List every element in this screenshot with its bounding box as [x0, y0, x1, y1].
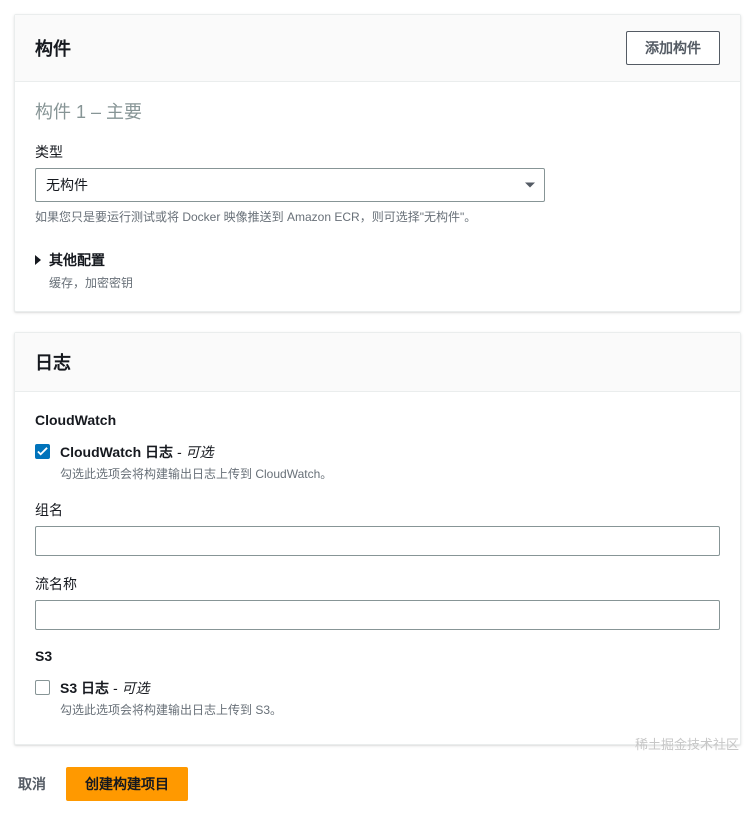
create-project-button[interactable]: 创建构建项目 — [66, 767, 188, 801]
s3-hint: 勾选此选项会将构建输出日志上传到 S3。 — [60, 701, 282, 718]
add-artifact-button[interactable]: 添加构件 — [626, 31, 720, 65]
group-name-field: 组名 — [35, 500, 720, 556]
stream-name-field: 流名称 — [35, 574, 720, 630]
logs-title: 日志 — [35, 349, 71, 375]
logs-panel: 日志 CloudWatch CloudWatch 日志 - 可选 勾选此选项会将… — [14, 332, 741, 745]
group-name-label: 组名 — [35, 500, 720, 520]
type-label: 类型 — [35, 142, 720, 162]
cloudwatch-checkbox-row: CloudWatch 日志 - 可选 勾选此选项会将构建输出日志上传到 Clou… — [35, 442, 720, 482]
cancel-button[interactable]: 取消 — [18, 768, 46, 800]
stream-name-input[interactable] — [35, 600, 720, 630]
artifacts-title: 构件 — [35, 35, 71, 61]
cloudwatch-hint: 勾选此选项会将构建输出日志上传到 CloudWatch。 — [60, 465, 332, 482]
other-config-sub: 缓存，加密密钥 — [49, 274, 133, 291]
caret-right-icon — [35, 255, 41, 265]
footer-actions: 取消 创建构建项目 — [14, 767, 741, 805]
s3-label: S3 日志 - 可选 — [60, 680, 149, 696]
artifact-type-value[interactable]: 无构件 — [35, 168, 545, 202]
s3-checkbox[interactable] — [35, 680, 50, 695]
cloudwatch-label: CloudWatch 日志 - 可选 — [60, 444, 213, 460]
artifacts-body: 构件 1 – 主要 类型 无构件 如果您只是要运行测试或将 Docker 映像推… — [15, 82, 740, 311]
type-hint: 如果您只是要运行测试或将 Docker 映像推送到 Amazon ECR，则可选… — [35, 208, 720, 226]
other-config-title: 其他配置 — [49, 250, 133, 270]
artifact-section-title: 构件 1 – 主要 — [35, 98, 720, 124]
stream-name-label: 流名称 — [35, 574, 720, 594]
check-icon — [37, 446, 48, 457]
artifacts-panel: 构件 添加构件 构件 1 – 主要 类型 无构件 如果您只是要运行测试或将 Do… — [14, 14, 741, 312]
other-config-expander[interactable]: 其他配置 缓存，加密密钥 — [35, 250, 720, 291]
s3-checkbox-row: S3 日志 - 可选 勾选此选项会将构建输出日志上传到 S3。 — [35, 678, 720, 718]
cloudwatch-checkbox[interactable] — [35, 444, 50, 459]
artifact-type-select[interactable]: 无构件 — [35, 168, 545, 202]
group-name-input[interactable] — [35, 526, 720, 556]
s3-section: S3 — [35, 648, 720, 664]
artifacts-header: 构件 添加构件 — [15, 15, 740, 82]
logs-body: CloudWatch CloudWatch 日志 - 可选 勾选此选项会将构建输… — [15, 392, 740, 744]
logs-header: 日志 — [15, 333, 740, 392]
cloudwatch-section: CloudWatch — [35, 412, 720, 428]
